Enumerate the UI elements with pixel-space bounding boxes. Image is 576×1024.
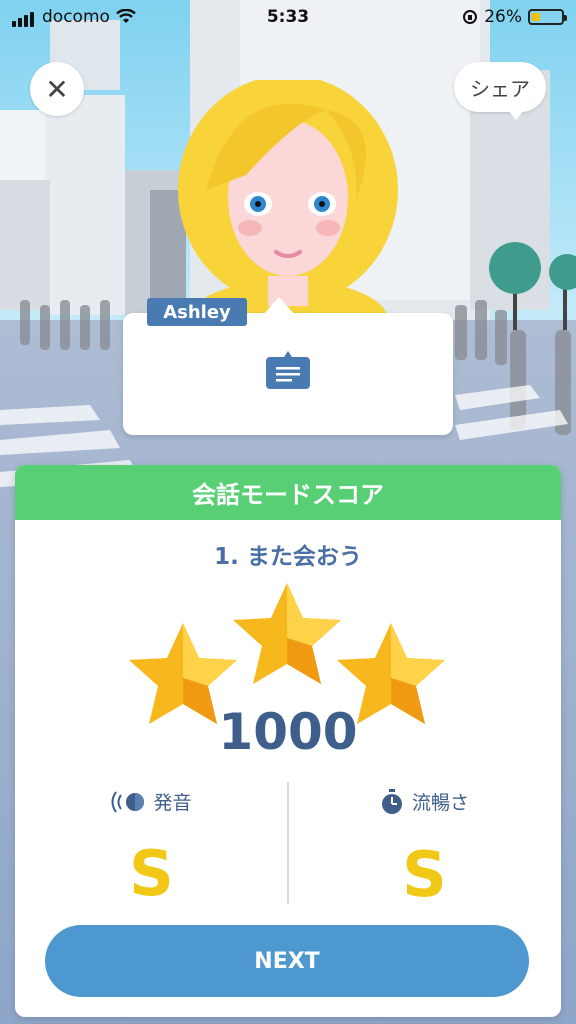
status-left: docomo [0,7,136,27]
next-button[interactable]: NEXT [45,925,529,997]
close-button[interactable]: ✕ [30,62,84,116]
clock: 5:33 [266,7,310,27]
score-value: 1000 [218,703,358,761]
pronunciation-label-row: 発音 [111,788,192,815]
wifi-icon [116,9,136,23]
battery-icon [528,9,567,25]
character-avatar [178,80,398,320]
close-icon: ✕ [45,72,69,106]
rotation-lock-icon [463,10,478,24]
status-right: 26% [462,7,576,27]
score-card-title: 会話モードスコア [15,465,561,520]
pronunciation-grade: S [129,836,174,910]
pronunciation-label: 発音 [153,792,192,814]
pronunciation-metric: 発音 S [15,788,288,905]
sound-icon [111,790,145,813]
lesson-title: 1. また会おう [214,544,362,570]
battery-percent: 26% [484,7,522,27]
fluency-label-row: 流暢さ [380,788,469,815]
fluency-metric: 流暢さ S [288,788,561,906]
score-card: 会話モードスコア 1. また会おう 1000 発音 S 流暢さ S NEXT [15,465,561,1017]
fluency-label: 流暢さ [411,792,469,814]
message-icon [266,351,310,389]
fluency-grade: S [402,837,447,911]
share-button[interactable]: シェア [454,62,546,120]
status-bar: docomo 5:33 26% [0,0,576,34]
carrier-name: docomo [42,7,110,27]
speech-bubble[interactable] [123,297,453,435]
signal-icon [12,7,36,27]
star-icon [233,583,341,684]
stopwatch-icon [381,788,402,814]
character-name-tag: Ashley [147,298,247,326]
